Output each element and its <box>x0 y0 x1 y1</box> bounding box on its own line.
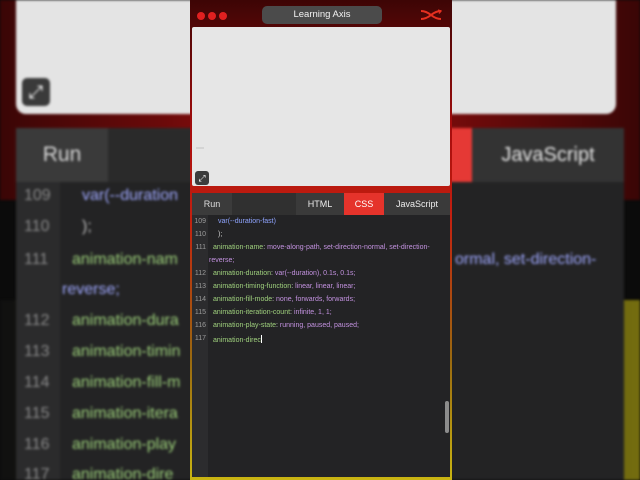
background-code-line: ormal, set-direction- <box>455 251 597 268</box>
css-property: animation-iteration-count <box>213 309 291 316</box>
background-code-line: animation-fill-m <box>72 374 181 391</box>
tab-html[interactable]: HTML <box>296 193 344 215</box>
code-line: animation-timing-function: linear, linea… <box>213 283 356 290</box>
code-line: animation-duration: var(--duration), 0.1… <box>213 270 356 277</box>
code-line: ); <box>218 231 223 238</box>
preview-element <box>196 147 204 149</box>
background-code-line: reverse; <box>62 281 120 298</box>
background-code-line: animation-dire <box>72 466 174 480</box>
app-window: Learning Axis ⤢ Run HTML CSS JavaScript … <box>190 0 452 480</box>
background-code-line: ); <box>82 218 92 235</box>
text-cursor <box>260 335 262 343</box>
background-run-label: Run <box>16 128 108 182</box>
background-line-number: 113 <box>24 343 50 360</box>
expand-icon[interactable]: ⤢ <box>195 171 209 185</box>
background-line-number: 111 <box>24 251 49 268</box>
editor-scrollbar[interactable] <box>445 401 449 433</box>
tab-javascript[interactable]: JavaScript <box>384 193 450 215</box>
background-code-line: animation-dura <box>72 312 179 329</box>
line-gutter <box>192 215 208 477</box>
line-number: 115 <box>194 309 206 316</box>
css-value: var(--duration), 0.1s, 0.1s; <box>274 270 356 277</box>
css-property: animation-play-state <box>213 322 277 329</box>
background-code-line: animation-timin <box>72 343 181 360</box>
background-code-line: animation-nam <box>72 251 178 268</box>
line-number: 113 <box>194 283 206 290</box>
code-line-active[interactable]: animation-direc <box>213 335 262 344</box>
css-property: animation-fill-mode <box>213 296 273 303</box>
close-dot-icon[interactable] <box>197 12 205 20</box>
css-value: none, forwards, forwards; <box>276 296 356 303</box>
line-number: 117 <box>194 335 206 342</box>
background-line-number: 112 <box>24 312 50 329</box>
code-line-wrap: reverse; <box>209 257 235 264</box>
editor-tabbar: Run HTML CSS JavaScript <box>192 193 450 215</box>
css-property: animation-duration <box>213 270 271 277</box>
window-controls[interactable] <box>197 12 227 20</box>
line-number: 112 <box>194 270 206 277</box>
background-line-number: 115 <box>24 405 50 422</box>
code-line: animation-iteration-count: infinite, 1, … <box>213 309 332 316</box>
maximize-dot-icon[interactable] <box>219 12 227 20</box>
css-value: infinite, 1, 1; <box>293 309 332 316</box>
background-line-number: 110 <box>24 218 50 235</box>
css-value: linear, linear, linear; <box>295 283 356 290</box>
code-line: animation-play-state: running, paused, p… <box>213 322 359 329</box>
background-line-number: 109 <box>24 187 51 204</box>
output-preview[interactable]: ⤢ <box>192 27 450 186</box>
tab-css[interactable]: CSS <box>344 193 384 215</box>
line-number: 114 <box>194 296 206 303</box>
code-line: var(--duration-fast) <box>218 218 276 225</box>
run-button[interactable]: Run <box>192 193 232 215</box>
css-property: animation-timing-function <box>213 283 292 290</box>
background-line-number: 117 <box>24 466 50 480</box>
css-property: animation-name <box>213 244 264 251</box>
css-property: animation-direc <box>213 337 261 344</box>
line-number: 116 <box>194 322 206 329</box>
learning-axis-logo-icon <box>420 9 442 20</box>
code-line: animation-name: move-along-path, set-dir… <box>213 244 430 251</box>
line-number: 109 <box>194 218 206 225</box>
title-bar: Learning Axis <box>190 4 452 26</box>
background-line-number: 116 <box>24 436 50 453</box>
background-line-number: 114 <box>24 374 50 391</box>
background-javascript-label: JavaScript <box>472 128 624 182</box>
line-number: 111 <box>195 244 206 251</box>
code-line: animation-fill-mode: none, forwards, for… <box>213 296 356 303</box>
background-code-line: var(--duration <box>82 187 179 204</box>
css-value: move-along-path, set-direction-normal, s… <box>267 244 430 251</box>
background-code-line: animation-play <box>72 436 177 453</box>
line-number: 110 <box>194 231 206 238</box>
css-value: running, paused, paused; <box>279 322 359 329</box>
app-title: Learning Axis <box>262 6 382 24</box>
background-expand-icon: ⤢ <box>22 78 50 106</box>
background-code-line: animation-itera <box>72 405 178 422</box>
code-editor[interactable]: 109 var(--duration-fast) 110 ); 111 anim… <box>192 215 450 477</box>
minimize-dot-icon[interactable] <box>208 12 216 20</box>
